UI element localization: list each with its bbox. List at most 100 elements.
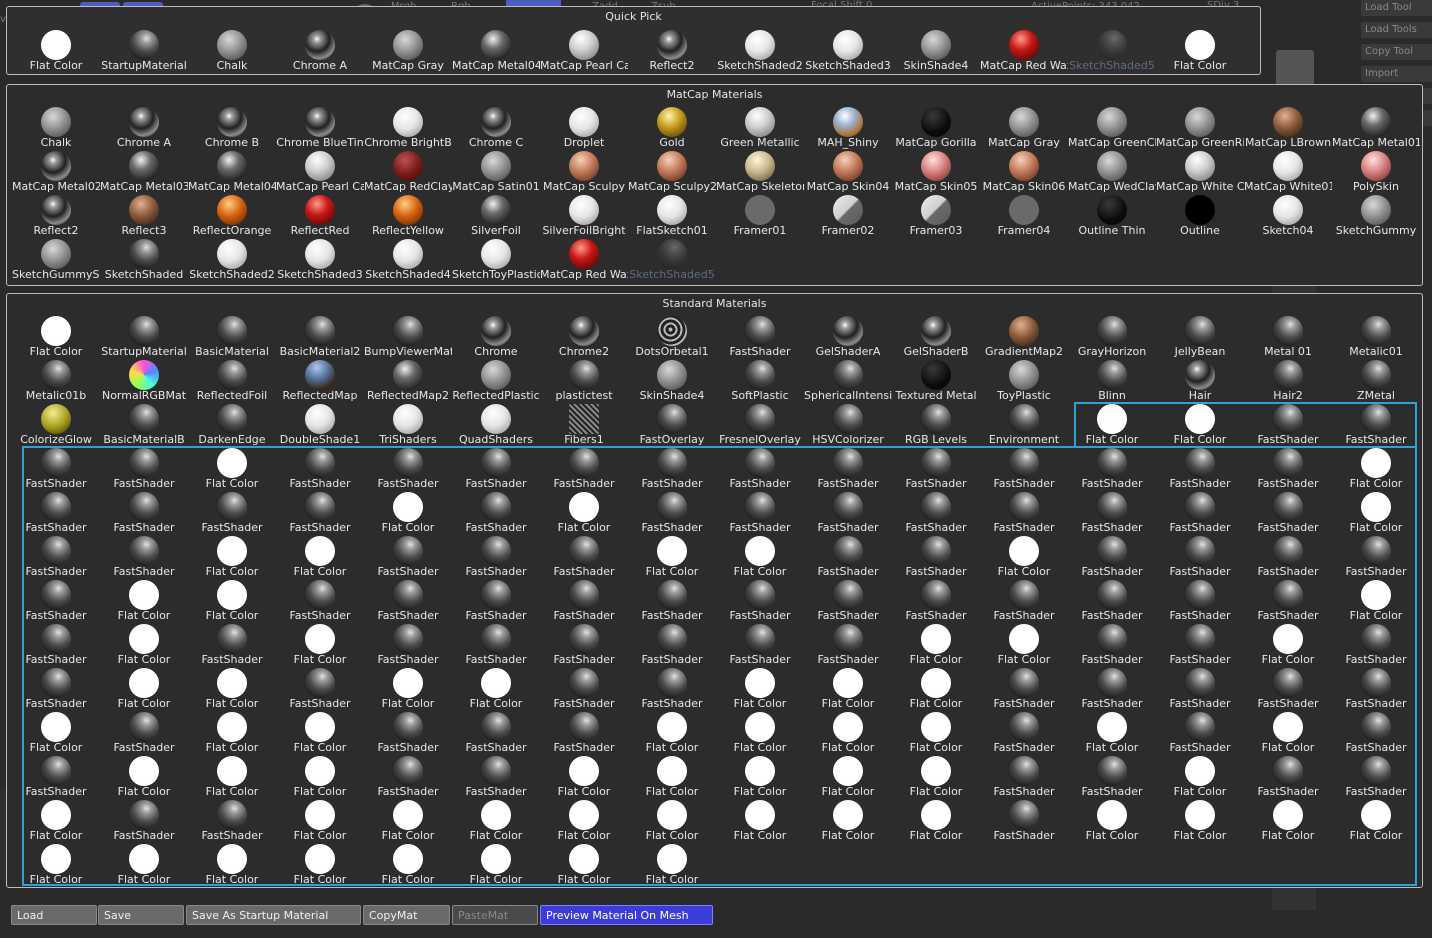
matcap-material[interactable]: MatCap White01 xyxy=(1244,149,1332,193)
quick-pick-material[interactable]: SketchShaded5 xyxy=(1068,28,1156,72)
matcap-material[interactable]: Framer03 xyxy=(892,193,980,237)
preview-material-on-mesh-button[interactable]: Preview Material On Mesh xyxy=(540,905,713,925)
matcap-material[interactable]: Outline Thin xyxy=(1068,193,1156,237)
matcap-material[interactable]: Framer01 xyxy=(716,193,804,237)
tool-button[interactable]: Copy Tool xyxy=(1361,44,1432,60)
standard-material[interactable]: NormalRGBMat xyxy=(100,358,188,402)
matcap-material[interactable]: Framer04 xyxy=(980,193,1068,237)
load-button[interactable]: Load xyxy=(11,905,97,925)
quick-pick-material[interactable]: Reflect2 xyxy=(628,28,716,72)
matcap-material[interactable]: MatCap Skin06 xyxy=(980,149,1068,193)
matcap-material[interactable]: SketchToyPlastic xyxy=(452,237,540,281)
standard-material[interactable]: GelShaderB xyxy=(892,314,980,358)
matcap-material[interactable]: Chrome BrightB xyxy=(364,105,452,149)
standard-material[interactable]: Textured Metal xyxy=(892,358,980,402)
matcap-material[interactable]: MatCap Red Wax xyxy=(540,237,628,281)
standard-material[interactable]: Fibers1 xyxy=(540,402,628,446)
standard-material[interactable]: DotsOrbetal1 xyxy=(628,314,716,358)
quick-pick-material[interactable]: SkinShade4 xyxy=(892,28,980,72)
matcap-material[interactable]: MAH_Shiny xyxy=(804,105,892,149)
matcap-material[interactable]: SilverFoilBright xyxy=(540,193,628,237)
matcap-material[interactable]: MatCap Gorilla xyxy=(892,105,980,149)
matcap-material[interactable]: SketchShaded xyxy=(100,237,188,281)
matcap-material[interactable]: MatCap Gray xyxy=(980,105,1068,149)
standard-material[interactable]: plastictest xyxy=(540,358,628,402)
matcap-material[interactable]: MatCap Skin04 xyxy=(804,149,892,193)
matcap-material[interactable]: FlatSketch01 xyxy=(628,193,716,237)
standard-material[interactable]: Metal 01 xyxy=(1244,314,1332,358)
standard-material[interactable]: BasicMaterialB xyxy=(100,402,188,446)
standard-material[interactable]: FresnelOverlay xyxy=(716,402,804,446)
standard-material[interactable]: DarkenEdge xyxy=(188,402,276,446)
standard-material[interactable]: ZMetal xyxy=(1332,358,1420,402)
matcap-material[interactable]: PolySkin xyxy=(1332,149,1420,193)
matcap-material[interactable]: Chrome BlueTin xyxy=(276,105,364,149)
tool-button[interactable]: Import xyxy=(1361,66,1432,82)
copymat-button[interactable]: CopyMat xyxy=(363,905,450,925)
standard-material[interactable]: Chrome xyxy=(452,314,540,358)
matcap-material[interactable]: MatCap Metal01 xyxy=(1332,105,1420,149)
standard-material[interactable]: SoftPlastic xyxy=(716,358,804,402)
matcap-material[interactable]: MatCap Metal04 xyxy=(188,149,276,193)
quick-pick-material[interactable]: Flat Color xyxy=(12,28,100,72)
standard-material[interactable]: FastShader xyxy=(716,314,804,358)
matcap-material[interactable]: SketchShaded4 xyxy=(364,237,452,281)
matcap-material[interactable]: ReflectOrange xyxy=(188,193,276,237)
standard-material[interactable]: GrayHorizon xyxy=(1068,314,1156,358)
quick-pick-material[interactable]: SketchShaded2 xyxy=(716,28,804,72)
save-button[interactable]: Save xyxy=(98,905,184,925)
matcap-material[interactable]: Framer02 xyxy=(804,193,892,237)
standard-material[interactable]: FastOverlay xyxy=(628,402,716,446)
quick-pick-material[interactable]: StartupMaterial xyxy=(100,28,188,72)
matcap-material[interactable]: SilverFoil xyxy=(452,193,540,237)
matcap-material[interactable]: MatCap Satin01 xyxy=(452,149,540,193)
standard-material[interactable]: RGB Levels xyxy=(892,402,980,446)
standard-material[interactable]: QuadShaders xyxy=(452,402,540,446)
save-as-startup-material-button[interactable]: Save As Startup Material xyxy=(186,905,361,925)
matcap-material[interactable]: ReflectRed xyxy=(276,193,364,237)
standard-material[interactable]: BasicMaterial xyxy=(188,314,276,358)
matcap-material[interactable]: Gold xyxy=(628,105,716,149)
matcap-material[interactable]: SketchShaded2 xyxy=(188,237,276,281)
quick-pick-material[interactable]: SketchShaded3 xyxy=(804,28,892,72)
matcap-material[interactable]: Reflect2 xyxy=(12,193,100,237)
rpr-button[interactable] xyxy=(1276,50,1314,86)
quick-pick-material[interactable]: Chalk xyxy=(188,28,276,72)
matcap-material[interactable]: MatCap White Ca xyxy=(1156,149,1244,193)
standard-material[interactable]: Environment xyxy=(980,402,1068,446)
matcap-material[interactable]: Chrome B xyxy=(188,105,276,149)
pastemat-button[interactable]: PasteMat xyxy=(452,905,538,925)
standard-material[interactable]: StartupMaterial xyxy=(100,314,188,358)
matcap-material[interactable]: Droplet xyxy=(540,105,628,149)
matcap-material[interactable]: Outline xyxy=(1156,193,1244,237)
matcap-material[interactable]: MatCap Sculpy xyxy=(540,149,628,193)
matcap-material[interactable]: Reflect3 xyxy=(100,193,188,237)
matcap-material[interactable]: SketchShaded5 xyxy=(628,237,716,281)
quick-pick-material[interactable]: MatCap Red Wax xyxy=(980,28,1068,72)
standard-material[interactable]: BasicMaterial2 xyxy=(276,314,364,358)
matcap-material[interactable]: Sketch04 xyxy=(1244,193,1332,237)
standard-material[interactable]: ColorizeGlow xyxy=(12,402,100,446)
quick-pick-material[interactable]: MatCap Metal04 xyxy=(452,28,540,72)
standard-material[interactable]: Hair2 xyxy=(1244,358,1332,402)
standard-material[interactable]: GelShaderA xyxy=(804,314,892,358)
matcap-material[interactable]: MatCap RedClay xyxy=(364,149,452,193)
quick-pick-material[interactable]: MatCap Gray xyxy=(364,28,452,72)
standard-material[interactable]: GradientMap2 xyxy=(980,314,1068,358)
standard-material[interactable]: Hair xyxy=(1156,358,1244,402)
standard-material[interactable]: BumpViewerMat xyxy=(364,314,452,358)
standard-material[interactable]: SphericalIntensi xyxy=(804,358,892,402)
matcap-material[interactable]: MatCap GreenCl xyxy=(1068,105,1156,149)
standard-material[interactable]: ReflectedMap2 xyxy=(364,358,452,402)
matcap-material[interactable]: ReflectYellow xyxy=(364,193,452,237)
matcap-material[interactable]: Chrome A xyxy=(100,105,188,149)
tool-button[interactable]: Load Tools xyxy=(1361,22,1432,38)
standard-material[interactable]: JellyBean xyxy=(1156,314,1244,358)
tool-button[interactable]: Load Tool xyxy=(1361,0,1432,16)
standard-material[interactable]: SkinShade4 xyxy=(628,358,716,402)
quick-pick-material[interactable]: Chrome A xyxy=(276,28,364,72)
standard-material[interactable]: HSVColorizer xyxy=(804,402,892,446)
matcap-material[interactable]: MatCap GreenRi xyxy=(1156,105,1244,149)
matcap-material[interactable]: Chrome C xyxy=(452,105,540,149)
standard-material[interactable]: Metalic01 xyxy=(1332,314,1420,358)
